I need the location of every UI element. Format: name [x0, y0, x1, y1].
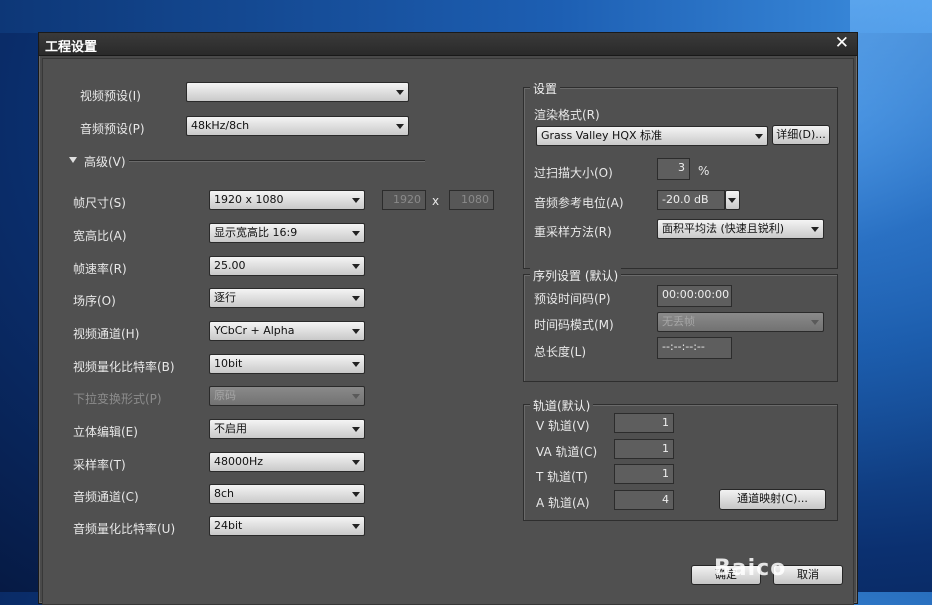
chevron-down-icon — [396, 124, 404, 129]
audio-bit-select[interactable]: 24bit — [209, 516, 365, 536]
t-track-field[interactable]: 1 — [614, 464, 674, 484]
preset-timecode-label: 预设时间码(P) — [534, 292, 611, 306]
audio-bit-label: 音频量化比特率(U) — [73, 522, 176, 536]
sample-rate-label: 采样率(T) — [73, 458, 126, 472]
total-length-field: --:--:--:-- — [657, 337, 732, 359]
aspect-label: 宽高比(A) — [73, 229, 127, 243]
t-track-label: T 轨道(T) — [536, 470, 588, 484]
desktop-background-light — [850, 0, 932, 592]
chevron-down-icon — [728, 198, 736, 203]
frame-rate-select[interactable]: 25.00 — [209, 256, 365, 276]
audio-reference-label: 音频参考电位(A) — [534, 196, 624, 210]
sequence-settings-group: 序列设置 (默认) 预设时间码(P) 00:00:00:00 时间码模式(M) … — [523, 267, 838, 382]
chevron-down-icon — [396, 90, 404, 95]
chevron-down-icon — [352, 329, 360, 334]
resample-select[interactable]: 面积平均法 (快速且锐利) — [657, 219, 824, 239]
va-track-field[interactable]: 1 — [614, 439, 674, 459]
a-track-field[interactable]: 4 — [614, 490, 674, 510]
settings-group: 设置 渲染格式(R) Grass Valley HQX 标准 详细(D)... … — [523, 80, 838, 269]
frame-size-x: x — [432, 194, 440, 208]
stereo-edit-label: 立体编辑(E) — [73, 425, 138, 439]
total-length-label: 总长度(L) — [534, 345, 587, 359]
audio-channel-select[interactable]: 8ch — [209, 484, 365, 504]
pulldown-label: 下拉变换形式(P) — [73, 392, 162, 406]
watermark-logo: Baico — [714, 556, 787, 581]
frame-rate-label: 帧速率(R) — [73, 262, 127, 276]
overscan-unit: % — [698, 164, 710, 178]
chevron-down-icon — [755, 134, 763, 139]
audio-preset-select[interactable]: 48kHz/8ch — [186, 116, 409, 136]
video-channel-select[interactable]: YCbCr + Alpha — [209, 321, 365, 341]
project-settings-dialog: 工程设置 ✕ 视频预设(I) 音频预设(P) 48kHz/8ch 高级(V) 帧… — [38, 32, 858, 605]
chevron-down-icon — [352, 264, 360, 269]
settings-group-title: 设置 — [530, 80, 561, 97]
field-order-label: 场序(O) — [73, 294, 116, 308]
audio-channel-label: 音频通道(C) — [73, 490, 139, 504]
video-bit-label: 视频量化比特率(B) — [73, 360, 175, 374]
frame-size-select[interactable]: 1920 x 1080 — [209, 190, 365, 210]
stereo-edit-select[interactable]: 不启用 — [209, 419, 365, 439]
aspect-select[interactable]: 显示宽高比 16:9 — [209, 223, 365, 243]
chevron-down-icon — [352, 460, 360, 465]
advanced-divider — [129, 160, 425, 161]
a-track-label: A 轨道(A) — [536, 496, 590, 510]
tracks-group-title: 轨道(默认) — [530, 397, 594, 414]
frame-height-field[interactable]: 1080 — [449, 190, 494, 210]
timecode-mode-label: 时间码模式(M) — [534, 318, 614, 332]
audio-reference-field[interactable]: -20.0 dB — [657, 190, 725, 210]
video-preset-select[interactable] — [186, 82, 409, 102]
video-bit-select[interactable]: 10bit — [209, 354, 365, 374]
render-format-label: 渲染格式(R) — [534, 108, 600, 122]
video-preset-label: 视频预设(I) — [80, 89, 141, 103]
frame-size-label: 帧尺寸(S) — [73, 196, 126, 210]
chevron-down-icon — [352, 198, 360, 203]
va-track-label: VA 轨道(C) — [536, 445, 598, 459]
render-format-select[interactable]: Grass Valley HQX 标准 — [536, 126, 768, 146]
chevron-down-icon — [352, 492, 360, 497]
v-track-field[interactable]: 1 — [614, 413, 674, 433]
channel-mapping-button[interactable]: 通道映射(C)... — [719, 489, 826, 510]
dialog-content: 视频预设(I) 音频预设(P) 48kHz/8ch 高级(V) 帧尺寸(S) 1… — [42, 58, 854, 605]
timecode-mode-select: 无丢帧 — [657, 312, 824, 332]
chevron-down-icon — [352, 362, 360, 367]
chevron-down-icon — [811, 320, 819, 325]
chevron-down-icon — [811, 227, 819, 232]
field-order-select[interactable]: 逐行 — [209, 288, 365, 308]
tracks-group: 轨道(默认) V 轨道(V) 1 VA 轨道(C) 1 T 轨道(T) 1 A … — [523, 397, 838, 521]
close-icon[interactable]: ✕ — [835, 34, 849, 52]
video-channel-label: 视频通道(H) — [73, 327, 140, 341]
frame-width-field[interactable]: 1920 — [382, 190, 426, 210]
audio-reference-dropdown[interactable] — [725, 190, 740, 210]
chevron-down-icon — [352, 427, 360, 432]
dialog-titlebar: 工程设置 ✕ — [39, 33, 857, 56]
sequence-group-title: 序列设置 (默认) — [530, 267, 622, 284]
chevron-down-icon — [352, 524, 360, 529]
detail-button[interactable]: 详细(D)... — [772, 125, 830, 145]
dialog-title: 工程设置 — [45, 40, 98, 55]
preset-timecode-field[interactable]: 00:00:00:00 — [657, 285, 732, 307]
v-track-label: V 轨道(V) — [536, 419, 590, 433]
pulldown-select: 原码 — [209, 386, 365, 406]
chevron-down-icon — [352, 394, 360, 399]
chevron-down-icon — [352, 296, 360, 301]
resample-label: 重采样方法(R) — [534, 225, 612, 239]
audio-preset-label: 音频预设(P) — [80, 122, 145, 136]
advanced-label[interactable]: 高级(V) — [84, 153, 126, 170]
overscan-field[interactable]: 3 — [657, 158, 690, 180]
desktop-background-top — [0, 0, 932, 33]
overscan-label: 过扫描大小(O) — [534, 166, 613, 180]
sample-rate-select[interactable]: 48000Hz — [209, 452, 365, 472]
chevron-down-icon — [352, 231, 360, 236]
collapse-triangle-icon[interactable] — [69, 157, 77, 163]
